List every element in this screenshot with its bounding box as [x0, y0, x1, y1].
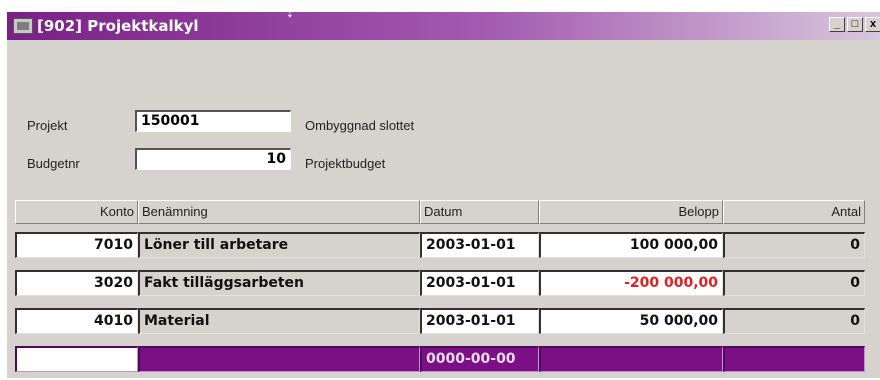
- new-konto-cell[interactable]: [15, 346, 138, 372]
- belopp-cell[interactable]: -200 000,00: [539, 270, 723, 296]
- close-button[interactable]: x: [865, 17, 880, 32]
- new-entry-row[interactable]: 0000-00-00: [15, 345, 865, 373]
- benamning-cell[interactable]: Fakt tilläggsarbeten: [138, 270, 420, 296]
- konto-cell[interactable]: 3020: [15, 270, 138, 296]
- maximize-button[interactable]: □: [847, 17, 863, 32]
- budgetnr-description: Projektbudget: [305, 156, 386, 171]
- budget-grid: Konto Benämning Datum Belopp Antal 7010 …: [15, 200, 875, 380]
- app-window-icon: [13, 18, 33, 34]
- benamning-cell[interactable]: Material: [138, 308, 420, 334]
- projekt-field[interactable]: 150001: [135, 110, 291, 132]
- antal-cell[interactable]: 0: [723, 270, 865, 296]
- column-header-antal[interactable]: Antal: [723, 200, 865, 224]
- title-bar[interactable]: [902] Projektkalkyl ↓ _ □ x: [7, 4, 880, 40]
- new-antal-cell[interactable]: [723, 346, 865, 372]
- belopp-cell[interactable]: 50 000,00: [539, 308, 723, 334]
- budgetnr-label: Budgetnr: [27, 156, 80, 171]
- belopp-cell[interactable]: 100 000,00: [539, 232, 723, 258]
- new-benamning-cell[interactable]: [138, 346, 420, 372]
- datum-cell[interactable]: 2003-01-01: [420, 232, 539, 258]
- column-header-benamning[interactable]: Benämning: [138, 200, 420, 224]
- projekt-description: Ombyggnad slottet: [305, 118, 415, 133]
- projekt-label: Projekt: [27, 118, 68, 133]
- minimize-button[interactable]: _: [829, 17, 845, 32]
- table-row[interactable]: 3020 Fakt tilläggsarbeten 2003-01-01 -20…: [15, 269, 865, 297]
- benamning-cell[interactable]: Löner till arbetare: [138, 232, 420, 258]
- new-datum-cell[interactable]: 0000-00-00: [420, 346, 539, 372]
- column-header-belopp[interactable]: Belopp: [539, 200, 723, 224]
- projektkalkyl-window: [902] Projektkalkyl ↓ _ □ x Projekt 1500…: [6, 4, 880, 380]
- mouse-cursor-icon: ↓: [286, 4, 294, 21]
- column-header-datum[interactable]: Datum: [420, 200, 539, 224]
- konto-cell[interactable]: 4010: [15, 308, 138, 334]
- window-title: [902] Projektkalkyl: [37, 17, 199, 35]
- antal-cell[interactable]: 0: [723, 232, 865, 258]
- window-controls: _ □ x: [829, 17, 880, 32]
- budgetnr-field[interactable]: 10: [135, 148, 291, 170]
- antal-cell[interactable]: 0: [723, 308, 865, 334]
- grid-header-row: Konto Benämning Datum Belopp Antal: [15, 200, 865, 224]
- datum-cell[interactable]: 2003-01-01: [420, 270, 539, 296]
- new-belopp-cell[interactable]: [539, 346, 723, 372]
- table-row[interactable]: 4010 Material 2003-01-01 50 000,00 0: [15, 307, 865, 335]
- table-row[interactable]: 7010 Löner till arbetare 2003-01-01 100 …: [15, 231, 865, 259]
- datum-cell[interactable]: 2003-01-01: [420, 308, 539, 334]
- column-header-konto[interactable]: Konto: [15, 200, 138, 224]
- konto-cell[interactable]: 7010: [15, 232, 138, 258]
